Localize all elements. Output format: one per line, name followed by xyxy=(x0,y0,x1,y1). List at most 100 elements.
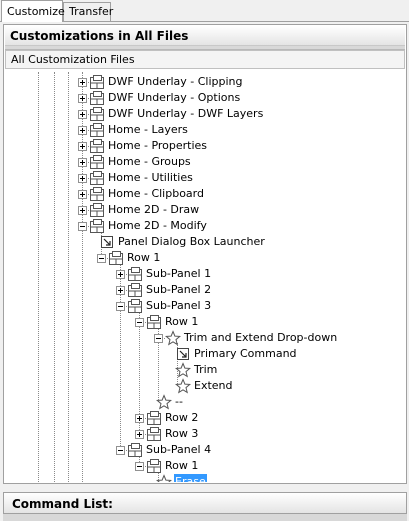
tab-customize[interactable]: Customize xyxy=(1,0,65,22)
tree-item-label[interactable]: Erase xyxy=(174,474,207,482)
tree-ancestor-line xyxy=(38,72,39,482)
launcher-icon xyxy=(175,346,191,362)
expand-icon[interactable] xyxy=(78,94,87,103)
expander-minus-stroke xyxy=(118,450,123,451)
collapse-icon[interactable] xyxy=(154,334,163,343)
panel-icon xyxy=(89,170,105,186)
tree-item-label[interactable]: Home - Properties xyxy=(107,138,208,154)
expand-icon[interactable] xyxy=(116,286,125,295)
panel-icon xyxy=(89,218,105,234)
panel-icon xyxy=(89,186,105,202)
command-list-splitter[interactable] xyxy=(3,514,407,521)
expander-plus-stroke xyxy=(82,128,83,133)
row-icon xyxy=(146,410,162,426)
panel-icon xyxy=(89,122,105,138)
tree-item-label[interactable]: Home - Layers xyxy=(107,122,189,138)
tree-item-label[interactable]: Sub-Panel 3 xyxy=(145,298,212,314)
tree-ancestor-line xyxy=(54,72,55,482)
tree-item-label[interactable]: DWF Underlay - Options xyxy=(107,90,241,106)
tree-item-label[interactable]: Row 2 xyxy=(164,410,199,426)
collapse-icon[interactable] xyxy=(116,302,125,311)
tree-item-label[interactable]: Extend xyxy=(193,378,234,394)
expander-plus-stroke xyxy=(82,192,83,197)
expander-plus-stroke xyxy=(139,416,140,421)
tree-item-label[interactable]: -- xyxy=(174,394,184,410)
tree-item-label[interactable]: DWF Underlay - DWF Layers xyxy=(107,106,264,122)
panel-icon xyxy=(89,90,105,106)
expander-plus-stroke xyxy=(82,208,83,213)
expander-plus-stroke xyxy=(82,160,83,165)
expand-icon[interactable] xyxy=(78,190,87,199)
expander-plus-stroke xyxy=(82,112,83,117)
tree-item-label[interactable]: Home - Clipboard xyxy=(107,186,205,202)
row-icon xyxy=(127,282,143,298)
tree-item-label[interactable]: Row 1 xyxy=(164,458,199,474)
expand-icon[interactable] xyxy=(78,78,87,87)
panel-icon xyxy=(89,154,105,170)
expand-icon[interactable] xyxy=(78,126,87,135)
collapse-icon[interactable] xyxy=(135,462,144,471)
row-icon xyxy=(146,426,162,442)
tree-item-label[interactable]: Row 1 xyxy=(126,250,161,266)
tree-item-label[interactable]: DWF Underlay - Clipping xyxy=(107,74,244,90)
tree-ancestor-line xyxy=(68,72,69,482)
tree-item-label[interactable]: Sub-Panel 2 xyxy=(145,282,212,298)
expand-icon[interactable] xyxy=(116,270,125,279)
expander-minus-stroke xyxy=(80,226,85,227)
expander-plus-stroke xyxy=(120,272,121,277)
tab-strip: Customize Transfer xyxy=(0,0,409,22)
expander-minus-stroke xyxy=(137,322,142,323)
row-icon xyxy=(127,442,143,458)
tree-item-label[interactable]: Home - Utilities xyxy=(107,170,194,186)
expander-plus-stroke xyxy=(139,432,140,437)
expander-plus-stroke xyxy=(82,80,83,85)
panel-icon xyxy=(89,138,105,154)
expander-plus-stroke xyxy=(82,144,83,149)
panel-icon xyxy=(89,106,105,122)
tree-item-label[interactable]: Trim xyxy=(193,362,218,378)
expander-minus-stroke xyxy=(99,258,104,259)
row-icon xyxy=(146,314,162,330)
expand-icon[interactable] xyxy=(78,158,87,167)
tree-item-label[interactable]: Row 1 xyxy=(164,314,199,330)
expand-icon[interactable] xyxy=(135,430,144,439)
collapse-icon[interactable] xyxy=(116,446,125,455)
tree-item-label[interactable]: Home 2D - Modify xyxy=(107,218,208,234)
panel-icon xyxy=(89,74,105,90)
tree-item-label[interactable]: Home - Groups xyxy=(107,154,192,170)
row-icon xyxy=(146,458,162,474)
row-icon xyxy=(108,250,124,266)
expander-plus-stroke xyxy=(82,96,83,101)
star-icon xyxy=(164,330,182,346)
expand-icon[interactable] xyxy=(78,206,87,215)
row-icon xyxy=(127,298,143,314)
expander-minus-stroke xyxy=(118,306,123,307)
expand-icon[interactable] xyxy=(78,110,87,119)
tree-item-label[interactable]: Panel Dialog Box Launcher xyxy=(117,234,266,250)
collapse-icon[interactable] xyxy=(135,318,144,327)
tab-transfer[interactable]: Transfer xyxy=(63,2,113,21)
tree-item-label[interactable]: Home 2D - Draw xyxy=(107,202,200,218)
expand-icon[interactable] xyxy=(78,174,87,183)
tree-item-label[interactable]: Sub-Panel 4 xyxy=(145,442,212,458)
collapse-icon[interactable] xyxy=(78,222,87,231)
expand-icon[interactable] xyxy=(135,414,144,423)
star-icon xyxy=(174,362,192,378)
expander-plus-stroke xyxy=(82,176,83,181)
tree-item-label[interactable]: Primary Command xyxy=(193,346,298,362)
tree-item-label[interactable]: Row 3 xyxy=(164,426,199,442)
tree-item-label[interactable]: Trim and Extend Drop-down xyxy=(183,330,338,346)
command-list-header[interactable]: Command List: xyxy=(3,492,407,514)
tree-item-label[interactable]: Sub-Panel 1 xyxy=(145,266,212,282)
customization-file-dropdown[interactable]: All Customization Files xyxy=(5,50,405,69)
customization-tree[interactable]: DWF Underlay - Clipping DWF Underlay - Op… xyxy=(6,72,404,482)
collapse-icon[interactable] xyxy=(97,254,106,263)
expander-plus-stroke xyxy=(120,288,121,293)
customizations-header[interactable]: Customizations in All Files xyxy=(5,26,405,46)
star-icon xyxy=(155,474,173,482)
expand-icon[interactable] xyxy=(78,142,87,151)
expander-minus-stroke xyxy=(137,466,142,467)
panel-icon xyxy=(89,202,105,218)
launcher-icon xyxy=(99,234,115,250)
star-icon xyxy=(155,394,173,410)
